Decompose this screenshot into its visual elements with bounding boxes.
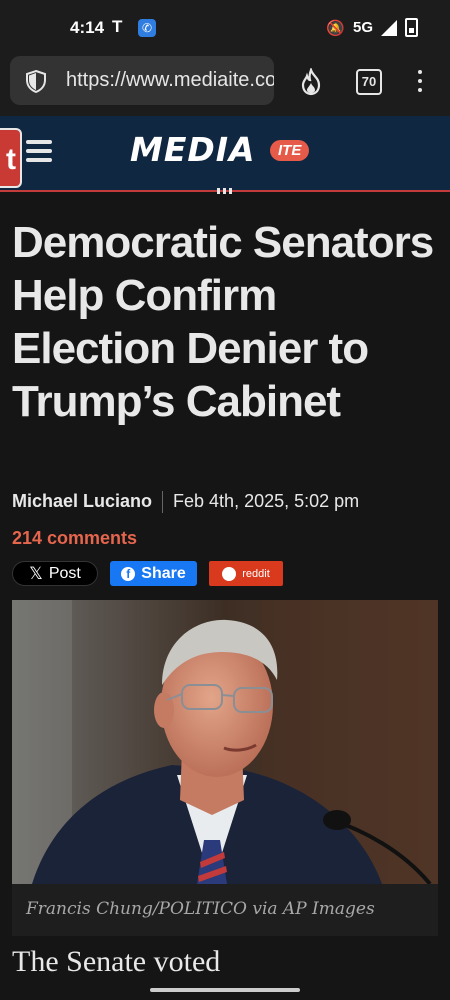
status-time: 4:14: [70, 18, 105, 37]
carrier-icon: T: [112, 17, 123, 36]
tip-button[interactable]: t: [0, 128, 22, 188]
hamburger-menu-icon[interactable]: [26, 140, 52, 162]
url-bar[interactable]: https://www.mediaite.com: [10, 56, 274, 105]
gesture-bar: [0, 980, 450, 1000]
logo-badge: ITE: [270, 140, 310, 161]
network-label: 5G: [352, 19, 373, 36]
x-logo-icon: 𝕏: [29, 563, 43, 583]
shield-icon[interactable]: [24, 69, 48, 93]
url-text[interactable]: https://www.mediaite.com: [66, 69, 274, 92]
article-headline: Democratic Senators Help Confirm Electio…: [12, 218, 434, 426]
share-facebook-button[interactable]: f Share: [110, 561, 197, 586]
byline-divider: [162, 491, 164, 514]
byline: Michael Luciano Feb 4th, 2025, 5:02 pm: [12, 491, 360, 514]
logo-text: MEDIA: [130, 130, 256, 169]
author-name[interactable]: Michael Luciano: [12, 491, 152, 511]
header-marker-icon: [217, 188, 232, 194]
share-reddit-label: reddit: [242, 567, 270, 580]
share-reddit-button[interactable]: reddit: [209, 561, 283, 586]
gesture-handle[interactable]: [150, 988, 300, 992]
battery-icon: [405, 18, 418, 37]
facebook-icon: f: [121, 566, 136, 581]
signal-icon: [381, 19, 397, 36]
status-bar: 4:14 T ✆ 🔕 5G: [0, 0, 450, 56]
phone-call-icon: ✆: [138, 19, 156, 37]
mute-icon: 🔕: [326, 19, 345, 37]
article-photo[interactable]: [12, 600, 438, 884]
article-body-start: The Senate voted: [12, 945, 221, 978]
publish-date: Feb 4th, 2025, 5:02 pm: [173, 491, 360, 511]
comments-link[interactable]: 214 comments: [12, 528, 137, 549]
share-x-button[interactable]: 𝕏 Post: [12, 561, 98, 586]
photo-caption-box: Francis Chung/POLITICO via AP Images: [12, 884, 438, 936]
reddit-icon: [222, 566, 237, 581]
status-icons: 🔕 5G: [326, 18, 418, 37]
tab-count-button[interactable]: 70: [356, 69, 382, 95]
more-menu-icon[interactable]: [414, 70, 426, 96]
fire-icon[interactable]: [298, 68, 324, 96]
share-facebook-label: Share: [141, 564, 186, 582]
share-x-label: Post: [48, 564, 81, 582]
photo-caption: Francis Chung/POLITICO via AP Images: [26, 899, 375, 919]
browser-toolbar: https://www.mediaite.com 70: [0, 56, 450, 116]
